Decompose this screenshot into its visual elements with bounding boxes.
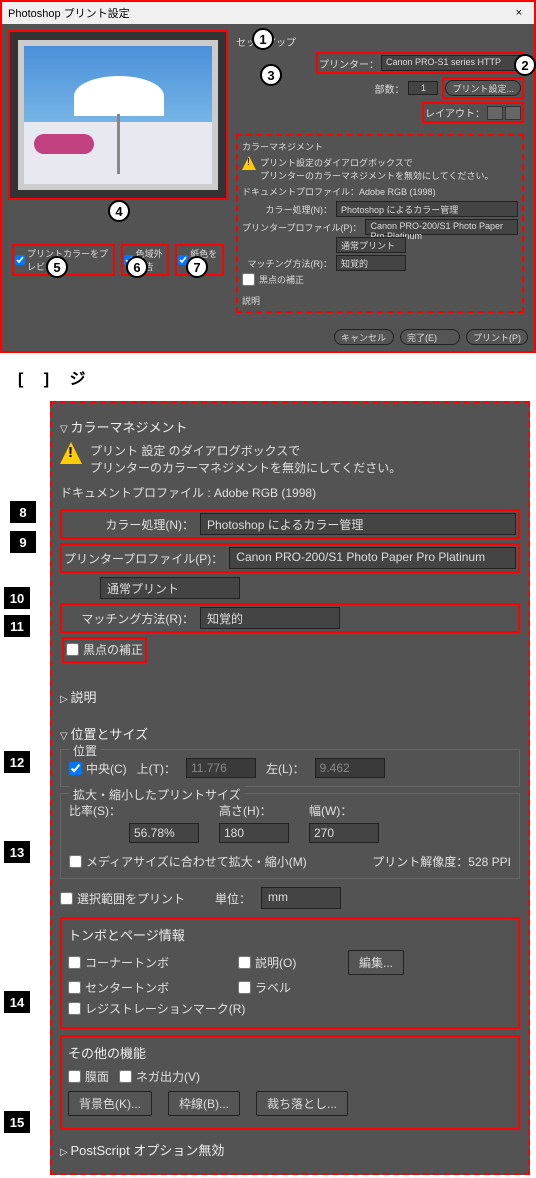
color-handling-select-s[interactable]: Photoshop によるカラー管理 — [336, 201, 518, 217]
callout-5: 5 — [46, 256, 68, 278]
warning-icon — [60, 442, 82, 464]
print-button[interactable]: プリント(P) — [466, 329, 528, 345]
callout-14: 14 — [4, 991, 30, 1013]
print-mode-select[interactable]: 通常プリント — [100, 577, 240, 599]
print-mode-select-s[interactable]: 通常プリント — [336, 237, 406, 253]
left-input[interactable] — [315, 758, 385, 778]
other-box: その他の機能 膜面 ネガ出力(V) 背景色(K)... 枠線(B)... 裁ち落… — [60, 1035, 520, 1130]
edit-button[interactable]: 編集... — [348, 950, 404, 975]
bpc-check[interactable]: 黒点の補正 — [66, 641, 143, 658]
scale-input[interactable] — [129, 823, 199, 843]
dialog-footer: キャンセル 完了(E) プリント(P) — [2, 323, 534, 351]
scale-group: 拡大・縮小したプリントサイズ 比率(S)： 高さ(H)： 幅(W)： メディアサ… — [60, 793, 520, 879]
callout-10: 10 — [4, 587, 30, 609]
copies-label: 部数： — [374, 81, 404, 96]
printer-label: プリンター： — [319, 56, 379, 71]
color-mgmt-section-small: カラーマネジメント プリント設定のダイアログボックスで プリンターのカラーマネジ… — [236, 134, 524, 313]
center-mark-check[interactable]: センタートンボ — [68, 979, 228, 996]
cm-header: カラーマネジメント — [242, 140, 518, 153]
other-title: その他の機能 — [68, 1043, 512, 1062]
done-button[interactable]: 完了(E) — [400, 329, 460, 345]
landscape-icon[interactable] — [505, 106, 521, 120]
render-intent-row: マッチング方法(R)： 知覚的 — [60, 603, 520, 633]
top-input[interactable] — [186, 758, 256, 778]
callout-12: 12 — [4, 751, 30, 773]
close-icon[interactable]: × — [510, 7, 528, 19]
setup-header: セットアップ — [236, 34, 524, 49]
cancel-button[interactable]: キャンセル — [334, 329, 394, 345]
callout-1: 1 — [252, 28, 274, 50]
layout-label: レイアウト： — [425, 105, 485, 120]
marks-title: トンボとページ情報 — [68, 925, 512, 944]
desc-check[interactable]: 説明(O) — [238, 954, 338, 971]
bpc-check-s[interactable]: 黒点の補正 — [242, 273, 304, 286]
unit-select[interactable]: mm — [261, 887, 341, 909]
ppi-label: プリント解像度：528 PPI — [372, 853, 511, 870]
corner-check[interactable]: コーナートンボ — [68, 954, 228, 971]
warn-line1: プリント 設定 のダイアログボックスで — [90, 442, 401, 459]
callout-11: 11 — [4, 615, 30, 637]
render-intent-select[interactable]: 知覚的 — [200, 607, 340, 629]
mid-caption: [ ] ジ — [0, 353, 536, 401]
emulsion-check[interactable]: 膜面 — [68, 1068, 109, 1085]
callout-4: 4 — [108, 200, 130, 222]
position-group: 位置 中央(C) 上(T)： 左(L)： — [60, 749, 520, 787]
neg-check[interactable]: ネガ出力(V) — [119, 1068, 200, 1085]
width-input[interactable] — [309, 823, 379, 843]
doc-profile: ドキュメントプロファイル : Adobe RGB (1998) — [60, 484, 520, 501]
sel-print-check[interactable]: 選択範囲をプリント — [60, 890, 185, 907]
desc-section[interactable]: 説明 — [60, 687, 520, 706]
callout-7: 7 — [186, 256, 208, 278]
print-preview — [8, 30, 228, 200]
callout-9: 9 — [10, 531, 36, 553]
callout-8: 8 — [10, 501, 36, 523]
center-check[interactable]: 中央(C) — [69, 760, 127, 777]
render-intent-select-s[interactable]: 知覚的 — [336, 255, 406, 271]
marks-box: トンボとページ情報 コーナートンボ 説明(O) 編集... センタートンボ ラベ… — [60, 917, 520, 1029]
titlebar: Photoshop プリント設定 × — [2, 2, 534, 24]
desc-s: 説明 — [242, 294, 518, 307]
print-dialog: Photoshop プリント設定 × プリントカラーをプレビュー 色域外警告 紙… — [0, 0, 536, 353]
portrait-icon[interactable] — [487, 106, 503, 120]
cm-warn1: プリント設定のダイアログボックスで — [260, 156, 493, 169]
ps-section[interactable]: PostScript オプション無効 — [60, 1140, 520, 1159]
printer-profile-select-s[interactable]: Canon PRO-200/S1 Photo Paper Pro Platinu… — [365, 219, 518, 235]
printer-profile-row: プリンタープロファイル(P)： Canon PRO-200/S1 Photo P… — [60, 543, 520, 573]
window-title: Photoshop プリント設定 — [8, 5, 130, 21]
border-button[interactable]: 枠線(B)... — [168, 1091, 240, 1116]
callout-6: 6 — [126, 256, 148, 278]
detail-panel: カラーマネジメント プリント 設定 のダイアログボックスで プリンターのカラーマ… — [50, 401, 530, 1175]
reg-check[interactable]: レジストレーションマーク(R) — [68, 1000, 245, 1017]
warning-icon — [242, 156, 256, 170]
warn-line2: プリンターのカラーマネジメントを無効にしてください。 — [90, 459, 401, 476]
callout-2: 2 — [514, 54, 536, 76]
bg-button[interactable]: 背景色(K)... — [68, 1091, 152, 1116]
pos-size-section[interactable]: 位置とサイズ — [60, 724, 520, 743]
callout-13: 13 — [4, 841, 30, 863]
copies-input[interactable] — [408, 81, 438, 95]
color-handling-select[interactable]: Photoshop によるカラー管理 — [200, 513, 516, 535]
fit-media-check[interactable]: メディアサイズに合わせて拡大・縮小(M) — [69, 853, 307, 870]
bleed-button[interactable]: 裁ち落とし... — [256, 1091, 348, 1116]
cm-warn2: プリンターのカラーマネジメントを無効にしてください。 — [260, 169, 493, 182]
photo-preview-image — [18, 40, 218, 190]
label-check[interactable]: ラベル — [238, 979, 291, 996]
print-settings-button[interactable]: プリント設定... — [445, 80, 521, 96]
cm-title[interactable]: カラーマネジメント — [60, 417, 520, 436]
printer-profile-select[interactable]: Canon PRO-200/S1 Photo Paper Pro Platinu… — [229, 547, 516, 569]
height-input[interactable] — [219, 823, 289, 843]
callout-3: 3 — [260, 64, 282, 86]
callout-15: 15 — [4, 1111, 30, 1133]
color-handling-row: カラー処理(N)： Photoshop によるカラー管理 — [60, 509, 520, 539]
printer-select[interactable]: Canon PRO-S1 series HTTP — [381, 55, 521, 71]
